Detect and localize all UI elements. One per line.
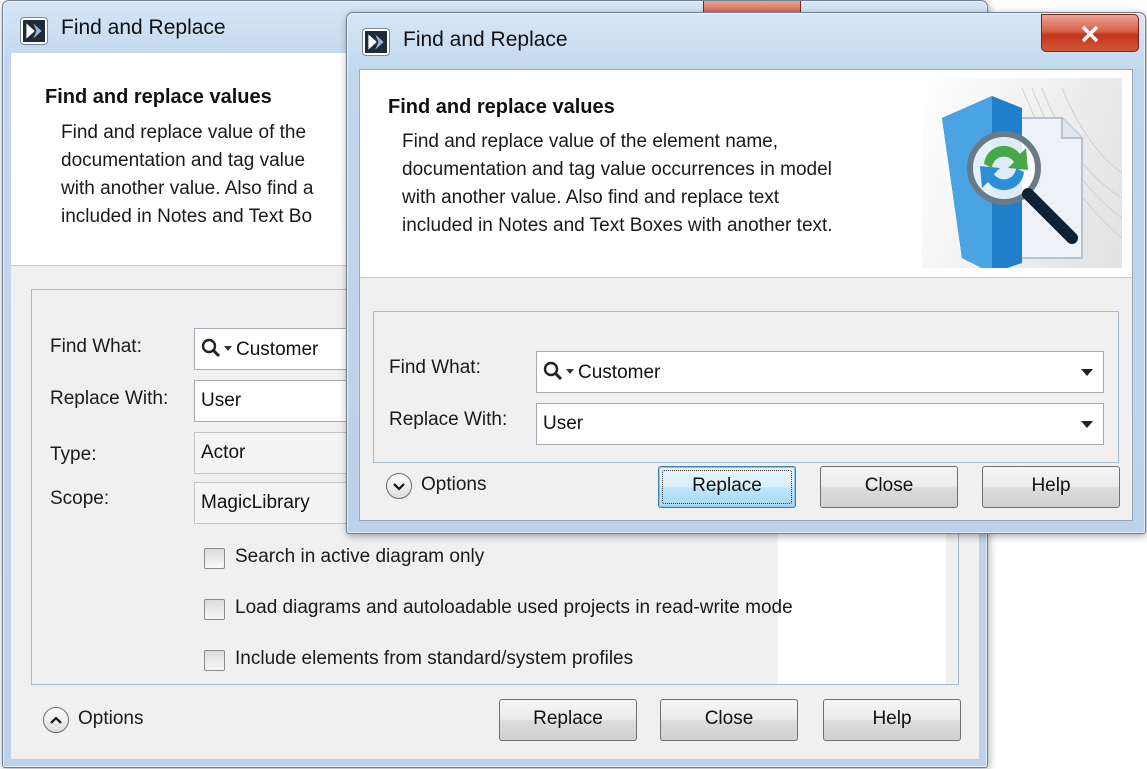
- replace-with-value: User: [543, 413, 584, 434]
- front-close-dialog-button[interactable]: Close: [820, 466, 958, 508]
- front-find-replace-window: Find and Replace Find and replace values…: [346, 12, 1146, 534]
- front-help-button[interactable]: Help: [982, 466, 1120, 508]
- type-label: Type:: [50, 444, 97, 465]
- front-header-description: Find and replace value of the element na…: [402, 131, 833, 236]
- app-logo-icon: [363, 29, 389, 55]
- search-icon[interactable]: [201, 338, 235, 364]
- replace-button-label: Replace: [692, 475, 762, 496]
- checkbox[interactable]: [204, 548, 225, 569]
- scope-label: Scope:: [50, 488, 110, 509]
- front-header: Find and replace values Find and replace…: [360, 70, 1132, 278]
- desc-line: documentation and tag value: [61, 150, 306, 171]
- chevron-down-icon[interactable]: [1081, 421, 1093, 428]
- checkbox-label: Search in active diagram only: [235, 546, 485, 567]
- app-logo-icon: [21, 18, 47, 44]
- checkbox-load-read-write[interactable]: Load diagrams and autoloadable used proj…: [204, 591, 884, 627]
- checkbox[interactable]: [204, 599, 225, 620]
- options-label: Options: [78, 708, 144, 729]
- chevron-down-icon[interactable]: [386, 473, 412, 499]
- front-options-toggle[interactable]: Options: [386, 473, 526, 503]
- checkbox-include-system-profiles[interactable]: Include elements from standard/system pr…: [204, 642, 804, 678]
- desc-line: with another value. Also find a: [61, 178, 314, 199]
- search-icon[interactable]: [543, 361, 577, 387]
- front-header-title: Find and replace values: [388, 96, 615, 118]
- desc-line: Find and replace value of the: [61, 122, 307, 143]
- chevron-up-icon[interactable]: [43, 707, 69, 733]
- replace-with-label: Replace With:: [389, 409, 508, 430]
- find-replace-illustration: [922, 78, 1122, 268]
- close-icon: [1081, 25, 1099, 43]
- back-replace-button[interactable]: Replace: [499, 699, 637, 741]
- checkbox[interactable]: [204, 650, 225, 671]
- replace-with-combobox[interactable]: User: [536, 403, 1104, 445]
- checkbox-label: Include elements from standard/system pr…: [235, 648, 634, 669]
- back-header-description: Find and replace value of the documentati…: [61, 119, 361, 231]
- find-what-value: Customer: [578, 362, 661, 383]
- front-title-bar[interactable]: Find and Replace: [347, 13, 1145, 65]
- desc-line: included in Notes and Text Bo: [61, 206, 313, 227]
- front-replace-button[interactable]: Replace: [658, 466, 796, 508]
- front-criteria-group: Find What: Customer Replace With: User: [373, 311, 1119, 463]
- replace-with-label: Replace With:: [50, 388, 169, 409]
- type-value: Actor: [201, 442, 246, 463]
- back-options-toggle[interactable]: Options: [43, 707, 183, 737]
- back-header-title: Find and replace values: [45, 86, 272, 108]
- front-close-window-button[interactable]: [1041, 14, 1139, 52]
- find-what-value: Customer: [236, 339, 319, 360]
- replace-with-value: User: [201, 390, 242, 411]
- find-what-label: Find What:: [50, 336, 142, 357]
- checkbox-search-active-diagram[interactable]: Search in active diagram only: [204, 540, 804, 576]
- front-window-title: Find and Replace: [403, 28, 568, 51]
- options-label: Options: [421, 474, 487, 495]
- scope-value: MagicLibrary: [201, 492, 310, 513]
- back-window-title: Find and Replace: [61, 16, 226, 39]
- chevron-down-icon[interactable]: [1081, 369, 1093, 376]
- find-what-label: Find What:: [389, 357, 481, 378]
- find-what-combobox[interactable]: Customer: [536, 351, 1104, 393]
- back-close-dialog-button[interactable]: Close: [660, 699, 798, 741]
- front-client-area: Find and replace values Find and replace…: [359, 69, 1133, 521]
- back-help-button[interactable]: Help: [823, 699, 961, 741]
- checkbox-label: Load diagrams and autoloadable used proj…: [235, 597, 793, 618]
